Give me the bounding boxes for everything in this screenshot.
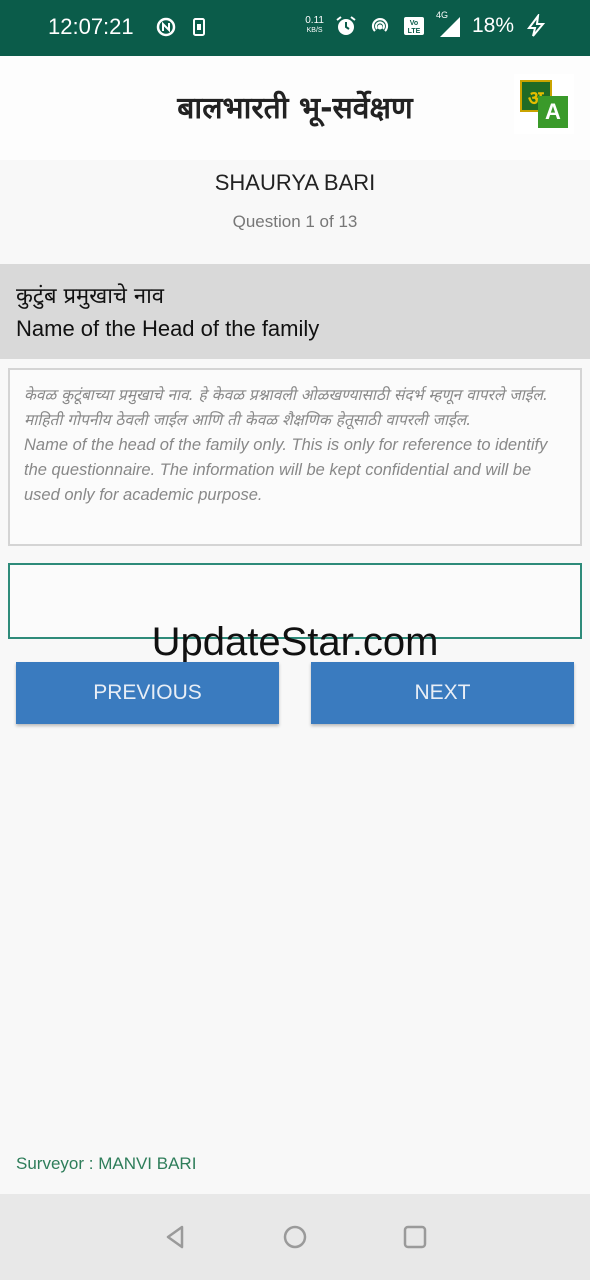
help-text-english: Name of the head of the family only. Thi… — [24, 436, 548, 504]
app-title: बालभारती भू-सर्वेक्षण — [177, 91, 413, 126]
svg-text:Vo: Vo — [410, 20, 418, 27]
question-title-marathi: कुटुंब प्रमुखाचे नाव — [16, 284, 165, 309]
net-speed: 0.11 KB/S — [305, 16, 324, 36]
next-button[interactable]: NEXT — [311, 662, 574, 724]
data-saver-icon — [156, 17, 176, 37]
net-speed-value: 0.11 — [305, 15, 324, 26]
system-nav-bar — [0, 1194, 590, 1280]
svg-text:LTE: LTE — [408, 28, 421, 35]
language-icon-english: A — [538, 96, 568, 128]
net-speed-unit: KB/S — [306, 27, 323, 34]
surveyor-label: Surveyor : MANVI BARI — [16, 1154, 197, 1173]
signal-icon — [439, 17, 460, 37]
status-right-group: 0.11 KB/S Vo LTE 4G 18% — [305, 10, 548, 38]
status-bar: 12:07:21 0.11 KB/S Vo LTE 4G 18% — [0, 0, 590, 56]
language-icon-front-letter: A — [545, 99, 561, 124]
phone-icon — [193, 18, 205, 36]
status-time: 12:07:21 — [48, 14, 134, 39]
question-help-box: केवळ कुटूंबाच्या प्रमुखाचे नाव. हे केवळ … — [8, 368, 582, 546]
question-header: कुटुंब प्रमुखाचे नाव Name of the Head of… — [0, 264, 590, 359]
volte-icon: Vo LTE — [403, 17, 424, 35]
battery-level: 18% — [471, 14, 514, 37]
home-icon[interactable] — [280, 1222, 310, 1252]
answer-input[interactable] — [8, 563, 582, 639]
language-switch-button[interactable]: अ A — [514, 74, 574, 134]
help-text-marathi: केवळ कुटूंबाच्या प्रमुखाचे नाव. हे केवळ … — [24, 386, 548, 429]
charging-icon — [527, 14, 546, 37]
question-progress: Question 1 of 13 — [232, 212, 358, 231]
alarm-icon — [336, 16, 356, 35]
app-bar: बालभारती भू-सर्वेक्षण अ A — [0, 56, 590, 160]
question-title-english: Name of the Head of the family — [16, 316, 320, 341]
recents-icon[interactable] — [400, 1222, 430, 1252]
respondent-name: SHAURYA BARI — [214, 170, 376, 195]
signal-group: 4G — [436, 10, 462, 38]
back-icon[interactable] — [160, 1222, 190, 1252]
hotspot-icon — [371, 18, 388, 32]
previous-button[interactable]: PREVIOUS — [16, 662, 279, 724]
